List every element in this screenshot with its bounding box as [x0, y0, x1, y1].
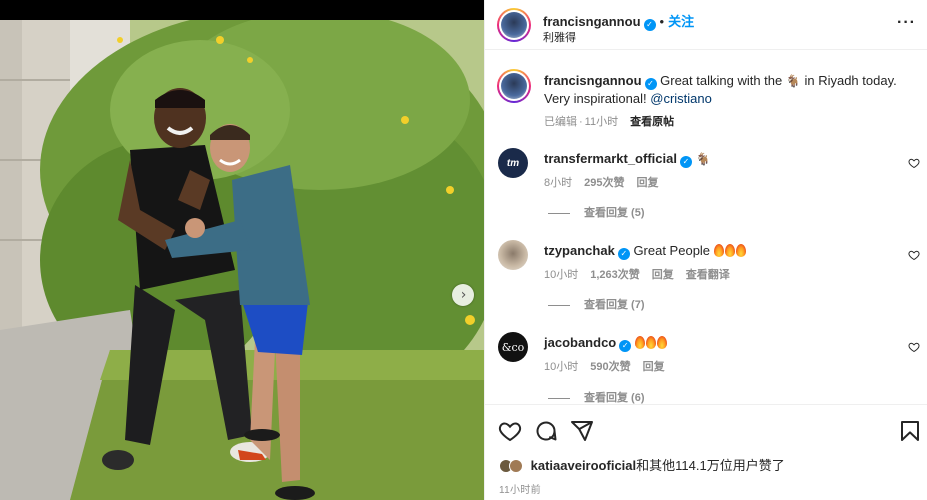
commenter-avatar[interactable]: tm [498, 148, 528, 178]
view-original-link[interactable]: 查看原帖 [630, 116, 674, 128]
comments-list[interactable]: francisngannou ✓ Great talking with the 🐐… [485, 51, 927, 404]
goat-emoji: 🐐 [785, 74, 801, 88]
verified-icon: ✓ [617, 248, 630, 260]
more-icon[interactable]: ··· [897, 15, 916, 31]
comment-meta: 10小时 1,263次赞 回复 查看翻译 [544, 266, 742, 282]
caption-text: francisngannou ✓ Great talking with the 🐐… [544, 72, 904, 108]
verified-icon: ✓ [644, 78, 657, 90]
caption-username[interactable]: francisngannou [544, 73, 642, 88]
translate-button[interactable]: 查看翻译 [686, 269, 730, 281]
commenter-username[interactable]: transfermarkt_official [544, 151, 677, 166]
liker-avatar [509, 459, 523, 473]
post-photo[interactable]: › [0, 20, 484, 500]
heart-icon[interactable] [908, 157, 920, 169]
header-separator: • [659, 14, 665, 29]
comment-text: jacobandco ✓ [544, 334, 904, 352]
comment-icon[interactable] [534, 419, 558, 443]
likes-summary[interactable]: katiaaveirooficial和其他114.1万位用户赞了 [499, 455, 785, 474]
verified-icon: ✓ [619, 340, 632, 352]
comment-body: Great People [633, 243, 711, 258]
author-avatar[interactable] [497, 8, 531, 42]
chevron-right-icon: › [460, 287, 467, 303]
mention-link[interactable]: @cristiano [650, 91, 712, 106]
comment-likes[interactable]: 295次赞 [584, 177, 624, 189]
fire-emoji [645, 336, 656, 349]
photo-panel: › [0, 0, 484, 500]
fire-emojis [634, 335, 668, 350]
share-icon[interactable] [570, 419, 594, 443]
next-photo-button[interactable]: › [452, 284, 474, 306]
likes-text: katiaaveirooficial和其他114.1万位用户赞了 [531, 458, 785, 473]
caption-meta: 已编辑 · 11小时 查看原帖 [544, 113, 686, 129]
reply-button[interactable]: 回复 [636, 177, 658, 189]
comment-meta: 10小时 590次赞 回复 [544, 358, 677, 374]
likes-rest: 和其他114.1万位用户赞了 [636, 458, 785, 473]
bookmark-icon[interactable] [898, 419, 922, 443]
fire-emoji [656, 336, 667, 349]
follow-button[interactable]: 关注 [668, 14, 694, 29]
author-username[interactable]: francisngannou [543, 14, 641, 29]
post-location[interactable]: 利雅得 [543, 29, 576, 45]
commenter-avatar[interactable] [498, 240, 528, 270]
post-timestamp: 11小时前 [499, 485, 541, 496]
author-name-row: francisngannou ✓ • 关注 [543, 11, 694, 31]
fire-emoji [634, 336, 645, 349]
heart-icon[interactable] [908, 249, 920, 261]
verified-icon: ✓ [679, 156, 692, 168]
fire-emoji [724, 244, 735, 257]
post-header: francisngannou ✓ • 关注 利雅得 ··· [485, 0, 927, 50]
commenter-username[interactable]: jacobandco [544, 335, 616, 350]
caption-avatar[interactable] [497, 69, 531, 103]
comment-time: 10小时 [544, 269, 579, 281]
comment-time: 10小时 [544, 361, 579, 373]
comment-likes[interactable]: 1,263次赞 [590, 269, 640, 281]
comment-time: 8小时 [544, 177, 573, 189]
verified-icon: ✓ [643, 19, 656, 31]
view-replies-button[interactable]: 查看回复 (6) [548, 389, 645, 404]
comment-text: tzypanchak ✓ Great People [544, 242, 904, 260]
post-details-panel: francisngannou ✓ • 关注 利雅得 ··· francisnganno… [484, 0, 927, 500]
caption-body: Great talking with the [660, 73, 783, 88]
fire-emoji [735, 244, 746, 257]
goat-emoji: 🐐 [695, 152, 711, 166]
photo-illustration [0, 20, 484, 500]
heart-icon[interactable] [908, 341, 920, 353]
heart-icon[interactable] [498, 419, 522, 443]
comment-meta: 8小时 295次赞 回复 [544, 174, 670, 190]
edited-label: 已编辑 [544, 116, 577, 128]
comment-likes[interactable]: 590次赞 [590, 361, 630, 373]
reply-button[interactable]: 回复 [643, 361, 665, 373]
commenter-username[interactable]: tzypanchak [544, 243, 615, 258]
commenter-avatar[interactable]: &co [498, 332, 528, 362]
reply-button[interactable]: 回复 [652, 269, 674, 281]
caption-time: 11小时 [584, 116, 619, 128]
view-replies-button[interactable]: 查看回复 (5) [548, 204, 645, 220]
action-bar [485, 404, 927, 454]
comment-text: transfermarkt_official ✓ 🐐 [544, 150, 904, 168]
view-replies-button[interactable]: 查看回复 (7) [548, 296, 645, 312]
liker-username[interactable]: katiaaveirooficial [531, 458, 637, 473]
fire-emoji [713, 244, 724, 257]
meta-separator: · [579, 116, 583, 128]
fire-emojis [713, 243, 747, 258]
